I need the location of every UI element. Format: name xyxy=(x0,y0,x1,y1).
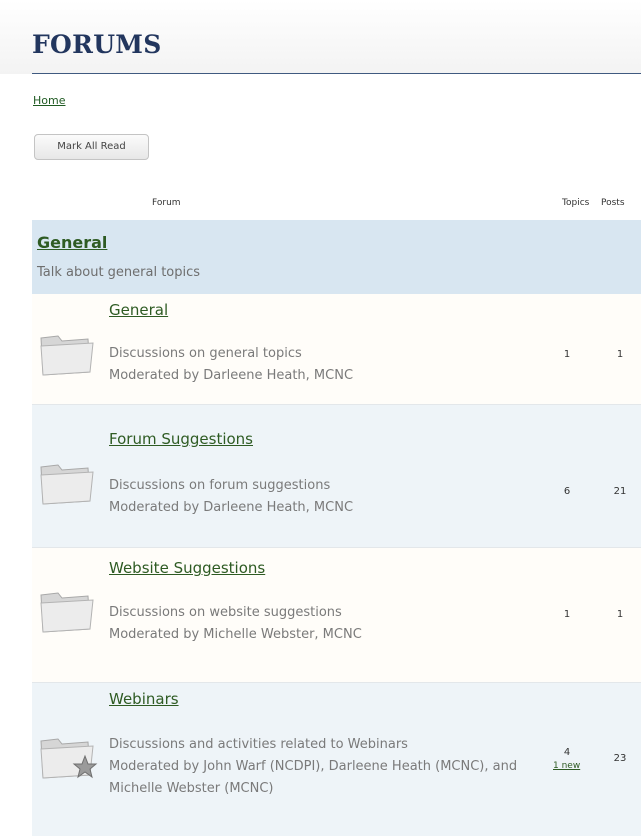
category-row xyxy=(32,220,641,294)
forum-moderators: Moderated by Darleene Heath, MCNC xyxy=(109,368,354,383)
category-description: Talk about general topics xyxy=(37,265,201,280)
forum-link-general[interactable]: General xyxy=(109,301,168,319)
posts-count: 1 xyxy=(616,609,624,620)
topics-count: 6 xyxy=(563,486,571,497)
forum-description: Discussions on general topics xyxy=(109,346,302,361)
column-header-topics: Topics xyxy=(562,198,590,208)
title-divider xyxy=(32,73,641,74)
breadcrumb-home-link[interactable]: Home xyxy=(33,94,65,107)
column-header-posts: Posts xyxy=(601,198,625,208)
page-title: FORUMS xyxy=(32,30,162,59)
posts-count: 23 xyxy=(613,753,627,764)
folder-icon xyxy=(40,592,94,633)
topics-count: 1 xyxy=(563,349,571,360)
folder-icon xyxy=(40,464,94,505)
topics-count: 4 xyxy=(563,747,571,758)
posts-count: 1 xyxy=(616,349,624,360)
forum-link-webinars[interactable]: Webinars xyxy=(109,690,179,708)
forum-link-website-suggestions[interactable]: Website Suggestions xyxy=(109,559,265,577)
category-title-link[interactable]: General xyxy=(37,233,107,252)
column-header-forum: Forum xyxy=(152,198,181,208)
new-topics-link[interactable]: 1 new xyxy=(553,761,580,771)
mark-all-read-button[interactable]: Mark All Read xyxy=(34,134,149,160)
forum-description: Discussions on forum suggestions xyxy=(109,478,331,493)
forum-description: Discussions on website suggestions xyxy=(109,605,342,620)
folder-icon xyxy=(40,335,94,376)
forum-moderators: Moderated by Darleene Heath, MCNC xyxy=(109,500,354,515)
forum-moderators: Moderated by John Warf (NCDPI), Darleene… xyxy=(109,759,518,796)
forum-description: Discussions and activities related to We… xyxy=(109,737,408,752)
topics-count: 1 xyxy=(563,609,571,620)
posts-count: 21 xyxy=(613,486,627,497)
forum-link-forum-suggestions[interactable]: Forum Suggestions xyxy=(109,430,253,448)
folder-star-icon xyxy=(40,738,98,779)
forum-moderators: Moderated by Michelle Webster, MCNC xyxy=(109,627,362,642)
